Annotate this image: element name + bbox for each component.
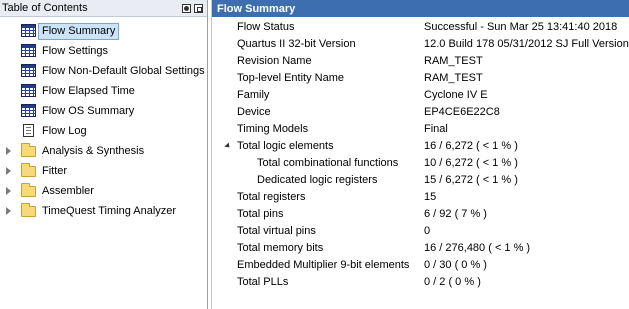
toc-item[interactable]: Fitter bbox=[0, 161, 207, 181]
summary-value: 12.0 Build 178 05/31/2012 SJ Full Versio… bbox=[424, 38, 629, 50]
summary-table: Flow Status Successful - Sun Mar 25 13:41… bbox=[212, 19, 629, 291]
folder-icon bbox=[21, 143, 36, 157]
summary-value: RAM_TEST bbox=[424, 55, 483, 67]
summary-value: 15 bbox=[424, 191, 437, 203]
summary-key: Quartus II 32-bit Version bbox=[237, 38, 356, 50]
toc-item-label: Flow Settings bbox=[42, 45, 109, 57]
summary-value: 16 / 6,272 ( < 1 % ) bbox=[424, 140, 518, 152]
summary-value: 15 / 6,272 ( < 1 % ) bbox=[424, 174, 518, 186]
summary-row: Embedded Multiplier 9-bit elements 0 / 30… bbox=[212, 257, 629, 274]
collapse-arrow-icon[interactable] bbox=[224, 142, 232, 150]
restore-window-icon[interactable] bbox=[194, 3, 203, 13]
toc-title: Table of Contents bbox=[2, 2, 88, 14]
table-icon bbox=[21, 64, 36, 77]
toc-item-label: Assembler bbox=[42, 185, 94, 197]
folder-icon bbox=[21, 183, 36, 197]
toc-item[interactable]: Assembler bbox=[0, 181, 207, 201]
summary-row: Total virtual pins 0 bbox=[212, 223, 629, 240]
summary-key: Top-level Entity Name bbox=[237, 72, 344, 84]
summary-key: Family bbox=[237, 89, 270, 101]
summary-key: Dedicated logic registers bbox=[257, 174, 378, 186]
summary-key: Device bbox=[237, 106, 271, 118]
summary-key: Total registers bbox=[237, 191, 306, 203]
summary-row: Timing Models Final bbox=[212, 121, 629, 138]
table-icon bbox=[21, 44, 36, 57]
table-of-contents-panel: Table of Contents Flow Summary Flow Setti… bbox=[0, 0, 208, 309]
summary-row: Family Cyclone IV E bbox=[212, 87, 629, 104]
summary-value: EP4CE6E22C8 bbox=[424, 106, 500, 118]
summary-row: Total registers 15 bbox=[212, 189, 629, 206]
toc-item[interactable]: Flow Non-Default Global Settings bbox=[0, 61, 207, 81]
folder-icon bbox=[21, 163, 36, 177]
pin-icon[interactable] bbox=[182, 3, 191, 13]
toc-tree: Flow Summary Flow Settings Flow Non-Defaul… bbox=[0, 21, 207, 221]
toc-item-label: Flow Summary bbox=[38, 23, 120, 40]
toc-item-label: Flow Non-Default Global Settings bbox=[42, 65, 205, 77]
summary-value: 16 / 276,480 ( < 1 % ) bbox=[424, 242, 531, 254]
summary-value: RAM_TEST bbox=[424, 72, 483, 84]
summary-key: Total combinational functions bbox=[257, 157, 399, 169]
summary-value: Final bbox=[424, 123, 448, 135]
toc-item[interactable]: Analysis & Synthesis bbox=[0, 141, 207, 161]
document-icon bbox=[23, 124, 34, 137]
summary-key: Total memory bits bbox=[237, 242, 324, 254]
summary-value: 0 / 30 ( 0 % ) bbox=[424, 259, 487, 271]
toc-item[interactable]: Flow Log bbox=[0, 121, 207, 141]
summary-row: Total combinational functions 10 / 6,272 … bbox=[212, 155, 629, 172]
toc-item[interactable]: Flow Summary bbox=[0, 21, 207, 41]
toc-item[interactable]: Flow Elapsed Time bbox=[0, 81, 207, 101]
expand-arrow-icon[interactable] bbox=[6, 147, 11, 155]
expand-arrow-icon[interactable] bbox=[6, 187, 11, 195]
summary-value: 0 bbox=[424, 225, 431, 237]
toc-item-label: Analysis & Synthesis bbox=[42, 145, 145, 157]
toc-item[interactable]: TimeQuest Timing Analyzer bbox=[0, 201, 207, 221]
summary-key: Total logic elements bbox=[237, 140, 334, 152]
flow-summary-title: Flow Summary bbox=[217, 2, 296, 15]
summary-key: Timing Models bbox=[237, 123, 309, 135]
summary-row: Total pins 6 / 92 ( 7 % ) bbox=[212, 206, 629, 223]
summary-row: Quartus II 32-bit Version 12.0 Build 178 … bbox=[212, 36, 629, 53]
expand-arrow-icon[interactable] bbox=[6, 207, 11, 215]
toc-item-label: Flow OS Summary bbox=[42, 105, 135, 117]
summary-key: Total virtual pins bbox=[237, 225, 316, 237]
toc-item[interactable]: Flow OS Summary bbox=[0, 101, 207, 121]
summary-value: 0 / 2 ( 0 % ) bbox=[424, 276, 481, 288]
table-icon bbox=[21, 104, 36, 117]
flow-summary-header: Flow Summary bbox=[212, 0, 629, 17]
summary-row: Total PLLs 0 / 2 ( 0 % ) bbox=[212, 274, 629, 291]
summary-row: Flow Status Successful - Sun Mar 25 13:41… bbox=[212, 19, 629, 36]
table-icon bbox=[21, 24, 36, 37]
toc-item-label: Flow Log bbox=[42, 125, 87, 137]
toc-header: Table of Contents bbox=[0, 0, 207, 17]
toc-item-label: Flow Elapsed Time bbox=[42, 85, 135, 97]
summary-row: Revision Name RAM_TEST bbox=[212, 53, 629, 70]
summary-value: 6 / 92 ( 7 % ) bbox=[424, 208, 487, 220]
toc-item[interactable]: Flow Settings bbox=[0, 41, 207, 61]
folder-icon bbox=[21, 203, 36, 217]
summary-row: Total logic elements 16 / 6,272 ( < 1 % ) bbox=[212, 138, 629, 155]
toc-item-label: TimeQuest Timing Analyzer bbox=[42, 205, 177, 217]
summary-key: Embedded Multiplier 9-bit elements bbox=[237, 259, 410, 271]
summary-row: Total memory bits 16 / 276,480 ( < 1 % ) bbox=[212, 240, 629, 257]
expand-arrow-icon[interactable] bbox=[6, 167, 11, 175]
summary-key: Total PLLs bbox=[237, 276, 289, 288]
summary-value: Cyclone IV E bbox=[424, 89, 488, 101]
flow-summary-panel: Flow Summary Flow Status Successful - Sun… bbox=[211, 0, 629, 309]
summary-key: Flow Status bbox=[237, 21, 295, 33]
summary-value: Successful - Sun Mar 25 13:41:40 2018 bbox=[424, 21, 618, 33]
summary-row: Dedicated logic registers 15 / 6,272 ( < … bbox=[212, 172, 629, 189]
summary-row: Device EP4CE6E22C8 bbox=[212, 104, 629, 121]
summary-key: Revision Name bbox=[237, 55, 312, 67]
summary-key: Total pins bbox=[237, 208, 284, 220]
summary-row: Top-level Entity Name RAM_TEST bbox=[212, 70, 629, 87]
toc-item-label: Fitter bbox=[42, 165, 68, 177]
table-icon bbox=[21, 84, 36, 97]
summary-value: 10 / 6,272 ( < 1 % ) bbox=[424, 157, 518, 169]
